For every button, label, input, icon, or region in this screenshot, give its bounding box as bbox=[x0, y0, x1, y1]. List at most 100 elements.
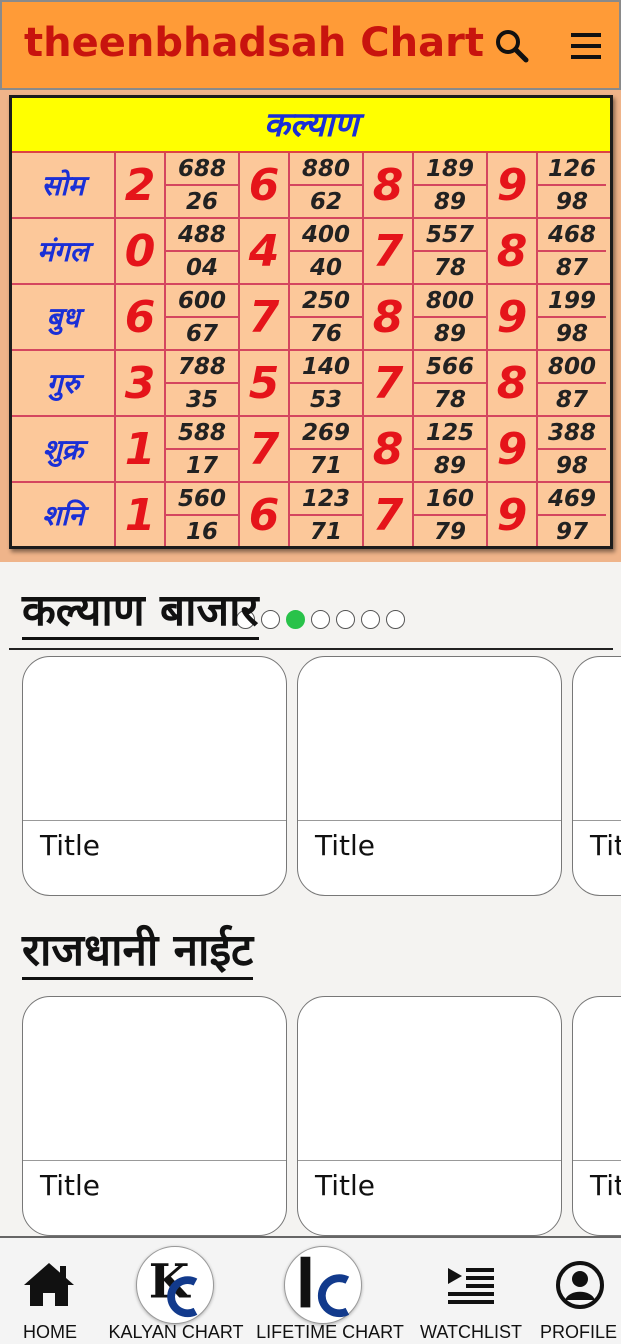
chart-big-digit: 7 bbox=[240, 417, 290, 483]
chart-day-label: गुरु bbox=[12, 351, 116, 417]
chart-number-pair: 557 78 bbox=[414, 219, 488, 285]
chart-panel-number: 160 bbox=[414, 483, 486, 516]
chart-number-pair: 566 78 bbox=[414, 351, 488, 417]
nav-label: LIFETIME CHART bbox=[256, 1322, 404, 1342]
chart-big-digit: 9 bbox=[488, 285, 538, 351]
chart-panel-number: 588 bbox=[166, 417, 238, 450]
chart-jodi-number: 53 bbox=[309, 387, 342, 413]
chart-number-pair: 125 89 bbox=[414, 417, 488, 483]
content-card[interactable]: Title bbox=[572, 656, 621, 896]
chart-big-digit: 2 bbox=[116, 153, 166, 219]
chart-panel-number: 800 bbox=[538, 351, 606, 384]
content-card[interactable]: Title bbox=[22, 656, 287, 896]
chart-jodi-number: 62 bbox=[309, 189, 342, 215]
chart-jodi-number: 71 bbox=[309, 453, 342, 479]
chart-jodi-number: 78 bbox=[433, 255, 466, 281]
chart-big-digit: 8 bbox=[488, 219, 538, 285]
chart-panel-number: 123 bbox=[290, 483, 362, 516]
chart-row: बुध 6 600 67 7 250 76 8 800 89 9 199 98 bbox=[12, 285, 610, 351]
content-card[interactable]: Title bbox=[297, 656, 562, 896]
chart-jodi-number: 98 bbox=[555, 321, 588, 347]
carousel-indicator[interactable] bbox=[236, 610, 412, 630]
chart-big-digit: 4 bbox=[240, 219, 290, 285]
chart-number-pair: 140 53 bbox=[290, 351, 364, 417]
card-image bbox=[23, 997, 286, 1161]
chart-jodi-number: 98 bbox=[555, 189, 588, 215]
chart-panel-number: 557 bbox=[414, 219, 486, 252]
chart-big-digit: 8 bbox=[364, 285, 414, 351]
chart-jodi-number: 89 bbox=[433, 189, 466, 215]
chart-jodi-number: 17 bbox=[185, 453, 218, 479]
chart-panel-number: 800 bbox=[414, 285, 486, 318]
carousel-dot[interactable] bbox=[361, 610, 380, 629]
kc-logo-icon: K bbox=[136, 1246, 214, 1324]
chart-jodi-number: 87 bbox=[555, 387, 588, 413]
nav-label: KALYAN CHART bbox=[108, 1322, 244, 1342]
card-image bbox=[298, 997, 561, 1161]
chart-number-pair: 199 98 bbox=[538, 285, 606, 351]
content-card[interactable]: Title bbox=[297, 996, 562, 1236]
chart-big-digit: 8 bbox=[488, 351, 538, 417]
chart-number-pair: 600 67 bbox=[166, 285, 240, 351]
card-carousel[interactable]: Title Title Title bbox=[22, 656, 621, 898]
chart-row: गुरु 3 788 35 5 140 53 7 566 78 8 800 87 bbox=[12, 351, 610, 417]
chart-number-pair: 880 62 bbox=[290, 153, 364, 219]
chart-row: शुक्र 1 588 17 7 269 71 8 125 89 9 388 98 bbox=[12, 417, 610, 483]
nav-label: WATCHLIST bbox=[420, 1322, 522, 1342]
bottom-navigation: HOME K KALYAN CHART LIFETIME CHART WATCH… bbox=[0, 1236, 621, 1344]
chart-panel-number: 880 bbox=[290, 153, 362, 186]
chart-row: सोम 2 688 26 6 880 62 8 189 89 9 126 98 bbox=[12, 153, 610, 219]
chart-panel-number: 560 bbox=[166, 483, 238, 516]
chart-number-pair: 800 87 bbox=[538, 351, 606, 417]
card-image bbox=[573, 997, 621, 1161]
app-bar: theenbhadsah Chart bbox=[0, 0, 621, 90]
chart-jodi-number: 16 bbox=[185, 519, 218, 545]
card-image bbox=[298, 657, 561, 821]
nav-profile[interactable]: PROFILE bbox=[536, 1238, 621, 1344]
carousel-dot[interactable] bbox=[386, 610, 405, 629]
content-card[interactable]: Title bbox=[22, 996, 287, 1236]
chart-number-pair: 126 98 bbox=[538, 153, 606, 219]
carousel-dot[interactable] bbox=[261, 610, 280, 629]
nav-kalyan-chart[interactable]: K KALYAN CHART bbox=[104, 1238, 248, 1344]
card-title: Title bbox=[40, 1169, 101, 1202]
section-title: राजधानी नाईट bbox=[22, 925, 254, 980]
chart-number-pair: 588 17 bbox=[166, 417, 240, 483]
nav-watchlist[interactable]: WATCHLIST bbox=[412, 1238, 530, 1344]
chart-number-pair: 469 97 bbox=[538, 483, 606, 546]
kalyan-chart-table: कल्याण सोम 2 688 26 6 880 62 8 189 89 9 126 98 मंगल 0 4… bbox=[9, 95, 613, 549]
chart-panel-number: 566 bbox=[414, 351, 486, 384]
chart-number-pair: 488 04 bbox=[166, 219, 240, 285]
chart-jodi-number: 97 bbox=[555, 519, 588, 545]
carousel-dot[interactable] bbox=[311, 610, 330, 629]
content-card[interactable]: Title bbox=[572, 996, 621, 1236]
chart-big-digit: 0 bbox=[116, 219, 166, 285]
chart-banner[interactable]: कल्याण सोम 2 688 26 6 880 62 8 189 89 9 126 98 मंगल 0 4… bbox=[0, 90, 621, 650]
menu-icon[interactable] bbox=[567, 26, 607, 66]
chart-jodi-number: 35 bbox=[185, 387, 218, 413]
chart-big-digit: 8 bbox=[364, 417, 414, 483]
carousel-dot[interactable] bbox=[336, 610, 355, 629]
chart-panel-number: 469 bbox=[538, 483, 606, 516]
chart-number-pair: 560 16 bbox=[166, 483, 240, 546]
card-carousel[interactable]: Title Title Title bbox=[22, 996, 621, 1238]
search-icon[interactable] bbox=[492, 26, 532, 66]
nav-lifetime-chart[interactable]: LIFETIME CHART bbox=[252, 1238, 408, 1344]
chart-panel-number: 468 bbox=[538, 219, 606, 252]
nav-home[interactable]: HOME bbox=[0, 1238, 100, 1344]
chart-big-digit: 1 bbox=[116, 483, 166, 546]
chart-jodi-number: 89 bbox=[433, 453, 466, 479]
app-title: theenbhadsah Chart bbox=[24, 20, 484, 66]
chart-jodi-number: 71 bbox=[309, 519, 342, 545]
chart-panel-number: 600 bbox=[166, 285, 238, 318]
card-title: Title bbox=[40, 829, 101, 862]
chart-big-digit: 7 bbox=[364, 219, 414, 285]
chart-big-digit: 6 bbox=[240, 153, 290, 219]
home-icon bbox=[24, 1263, 74, 1306]
carousel-dot[interactable] bbox=[286, 610, 305, 629]
chart-day-label: शनि bbox=[12, 483, 116, 546]
chart-number-pair: 189 89 bbox=[414, 153, 488, 219]
chart-jodi-number: 67 bbox=[185, 321, 218, 347]
chart-big-digit: 6 bbox=[116, 285, 166, 351]
chart-day-label: मंगल bbox=[12, 219, 116, 285]
